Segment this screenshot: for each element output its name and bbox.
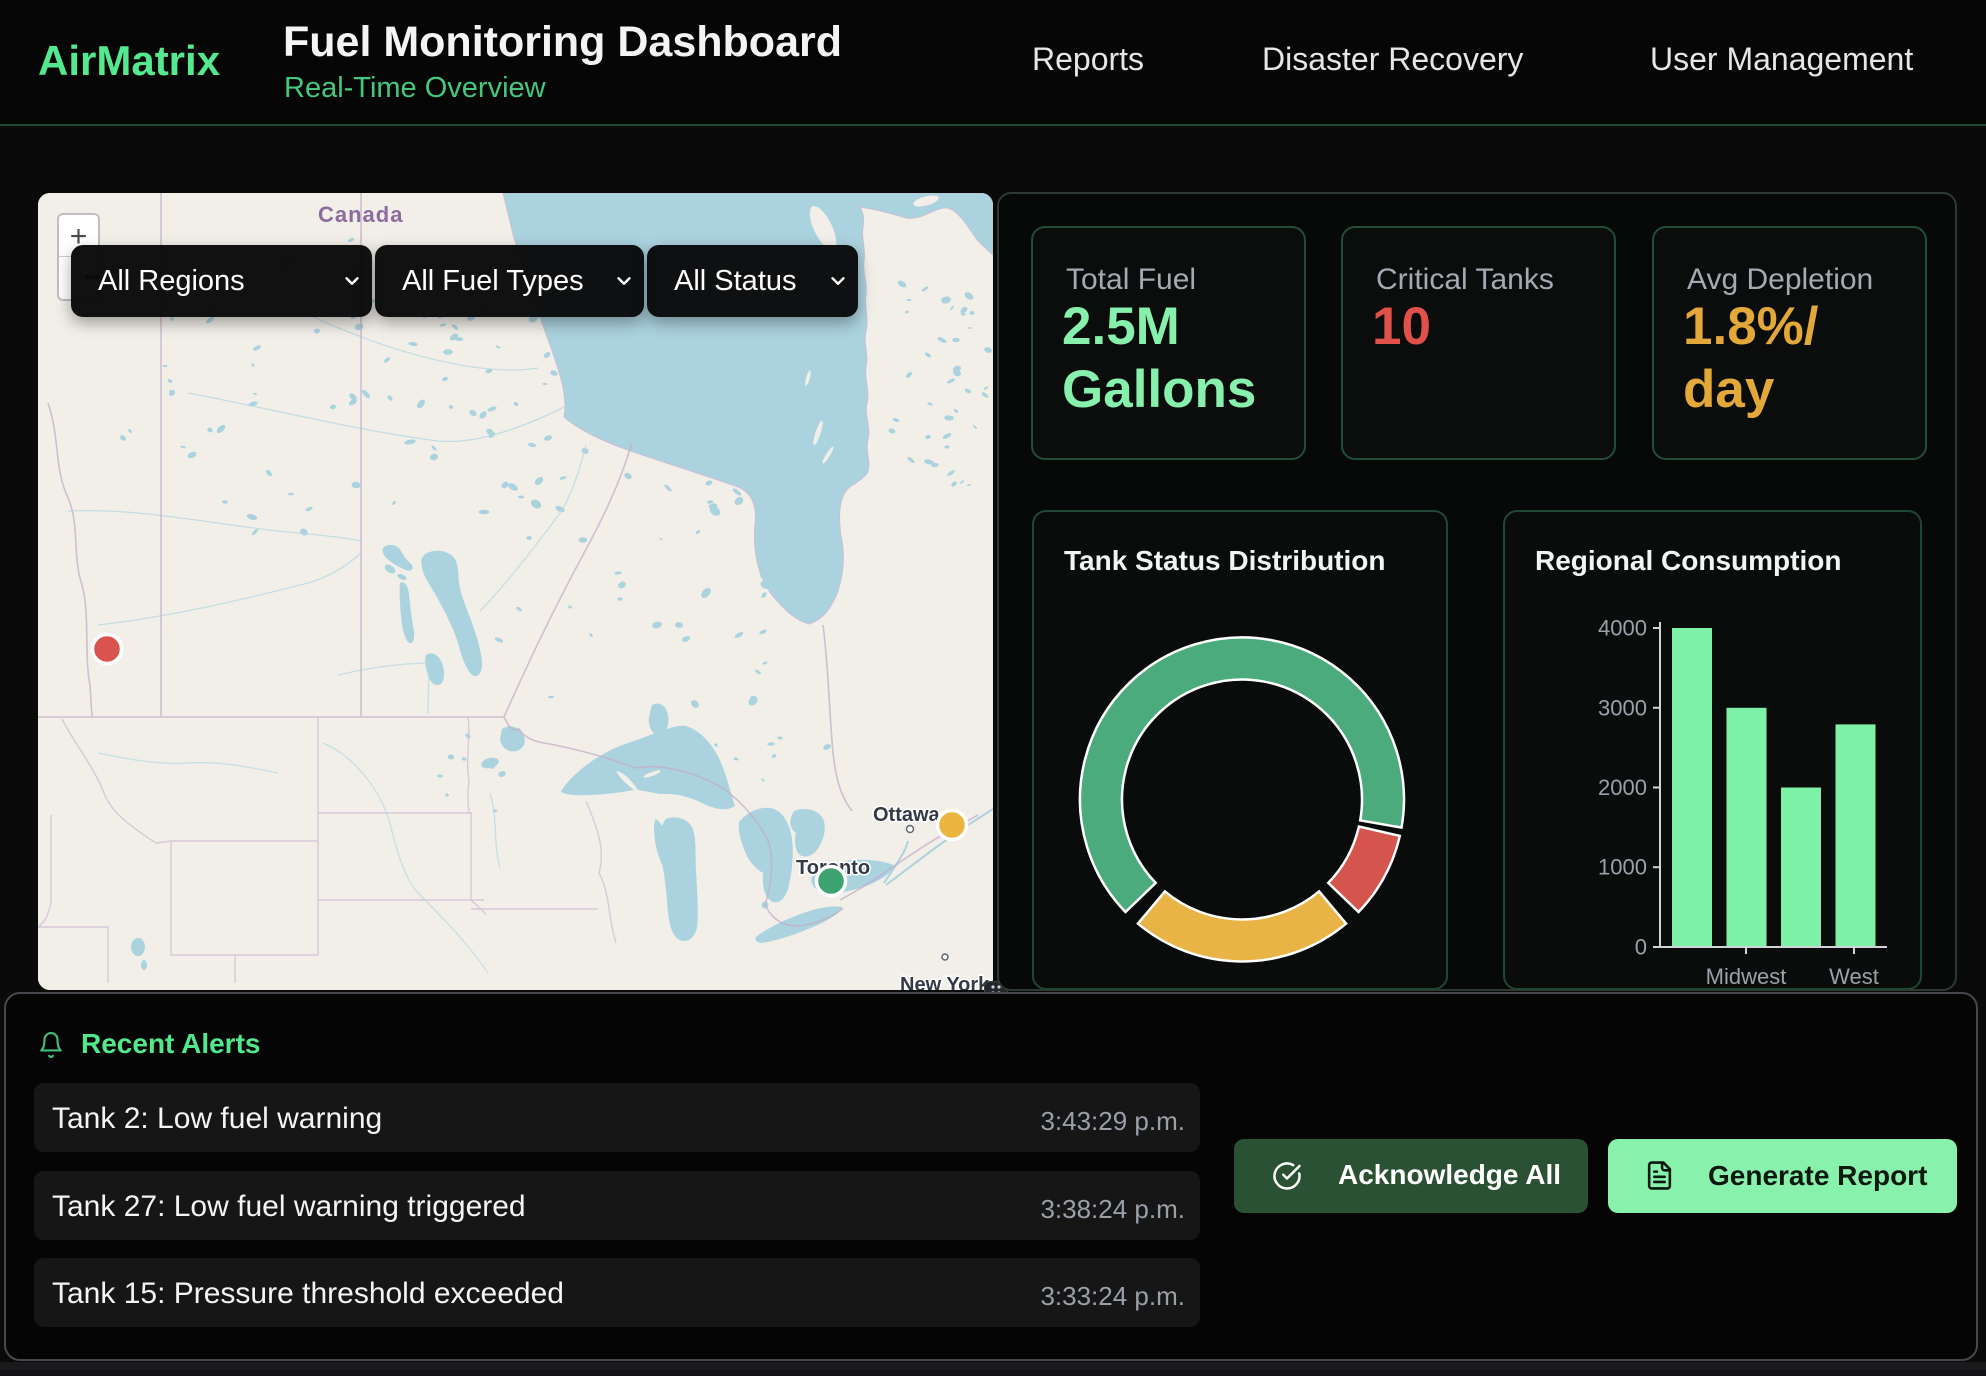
svg-text:Canada: Canada <box>318 202 403 227</box>
svg-text:3000: 3000 <box>1598 695 1647 720</box>
svg-text:0: 0 <box>1635 935 1647 960</box>
svg-text:1000: 1000 <box>1598 855 1647 880</box>
svg-text:Ottawa: Ottawa <box>873 804 941 826</box>
svg-text:New York: New York <box>900 974 990 990</box>
svg-text:4000: 4000 <box>1598 616 1647 641</box>
svg-text:Midwest: Midwest <box>1706 964 1787 989</box>
svg-text:2000: 2000 <box>1598 775 1647 800</box>
svg-text:West: West <box>1829 964 1879 989</box>
